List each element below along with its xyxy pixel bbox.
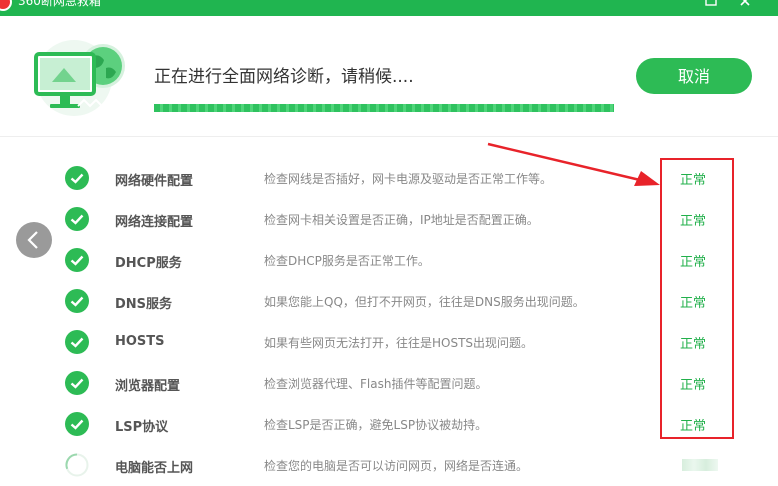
check-circle-icon bbox=[65, 166, 89, 190]
diagnosis-status-text: 正在进行全面网络诊断，请稍候.... bbox=[154, 67, 414, 87]
check-circle-icon bbox=[65, 330, 89, 354]
check-circle-icon bbox=[65, 248, 89, 272]
item-status: 正常 bbox=[680, 296, 707, 311]
check-circle-icon bbox=[65, 207, 89, 231]
app-logo bbox=[0, 0, 12, 11]
item-name: 浏览器配置 bbox=[115, 379, 181, 394]
loading-spinner-icon bbox=[65, 453, 89, 477]
list-item: HOSTS 如果有些网页无法打开，往往是HOSTS出现问题。 正常 bbox=[0, 322, 778, 363]
close-icon[interactable] bbox=[738, 0, 752, 8]
network-monitor-icon bbox=[34, 40, 125, 116]
list-item: 网络连接配置 检查网卡相关设置是否正确，IP地址是否配置正确。 正常 bbox=[0, 199, 778, 240]
diagnosis-progress-bar bbox=[154, 104, 614, 112]
list-item: DHCP服务 检查DHCP服务是否正常工作。 正常 bbox=[0, 240, 778, 281]
item-status: 正常 bbox=[680, 173, 707, 188]
item-name: DHCP服务 bbox=[115, 256, 182, 271]
item-status: 正常 bbox=[680, 419, 707, 434]
window-title: 360断网急救箱 bbox=[18, 0, 101, 8]
list-item: LSP协议 检查LSP是否正确，避免LSP协议被劫持。 正常 bbox=[0, 404, 778, 445]
check-circle-icon bbox=[65, 371, 89, 395]
item-name: LSP协议 bbox=[115, 420, 169, 435]
list-item: 浏览器配置 检查浏览器代理、Flash插件等配置问题。 正常 bbox=[0, 363, 778, 404]
item-status: 正常 bbox=[680, 255, 707, 270]
item-status: 正常 bbox=[680, 214, 707, 229]
list-item: 电脑能否上网 检查您的电脑是否可以访问网页，网络是否连通。 bbox=[0, 445, 778, 486]
diagnosis-header: 正在进行全面网络诊断，请稍候.... 取消 bbox=[0, 16, 778, 137]
item-description: 检查LSP是否正确，避免LSP协议被劫持。 bbox=[264, 418, 488, 432]
item-description: 检查网卡相关设置是否正确，IP地址是否配置正确。 bbox=[264, 213, 539, 227]
feedback-icon[interactable] bbox=[704, 0, 718, 8]
progress-fill bbox=[154, 104, 614, 112]
title-bar: 360断网急救箱 bbox=[0, 0, 778, 16]
item-description: 如果有些网页无法打开，往往是HOSTS出现问题。 bbox=[264, 336, 534, 350]
item-status: 正常 bbox=[680, 337, 707, 352]
item-status: 正常 bbox=[680, 378, 707, 393]
item-name: 网络连接配置 bbox=[115, 215, 194, 230]
item-description: 如果您能上QQ，但打不开网页，往往是DNS服务出现问题。 bbox=[264, 295, 585, 309]
item-description: 检查您的电脑是否可以访问网页，网络是否连通。 bbox=[264, 459, 529, 473]
item-name: 网络硬件配置 bbox=[115, 174, 194, 189]
list-item: DNS服务 如果您能上QQ，但打不开网页，往往是DNS服务出现问题。 正常 bbox=[0, 281, 778, 322]
list-item: 网络硬件配置 检查网线是否插好，网卡电源及驱动是否正常工作等。 正常 bbox=[0, 158, 778, 199]
item-description: 检查DHCP服务是否正常工作。 bbox=[264, 254, 430, 268]
cancel-button[interactable]: 取消 bbox=[636, 58, 752, 94]
item-status-pending bbox=[682, 459, 718, 471]
item-name: DNS服务 bbox=[115, 297, 173, 312]
item-name: 电脑能否上网 bbox=[115, 461, 194, 476]
check-circle-icon bbox=[65, 289, 89, 313]
item-description: 检查浏览器代理、Flash插件等配置问题。 bbox=[264, 377, 488, 391]
item-description: 检查网线是否插好，网卡电源及驱动是否正常工作等。 bbox=[264, 172, 553, 186]
check-circle-icon bbox=[65, 412, 89, 436]
item-name: HOSTS bbox=[115, 334, 165, 349]
